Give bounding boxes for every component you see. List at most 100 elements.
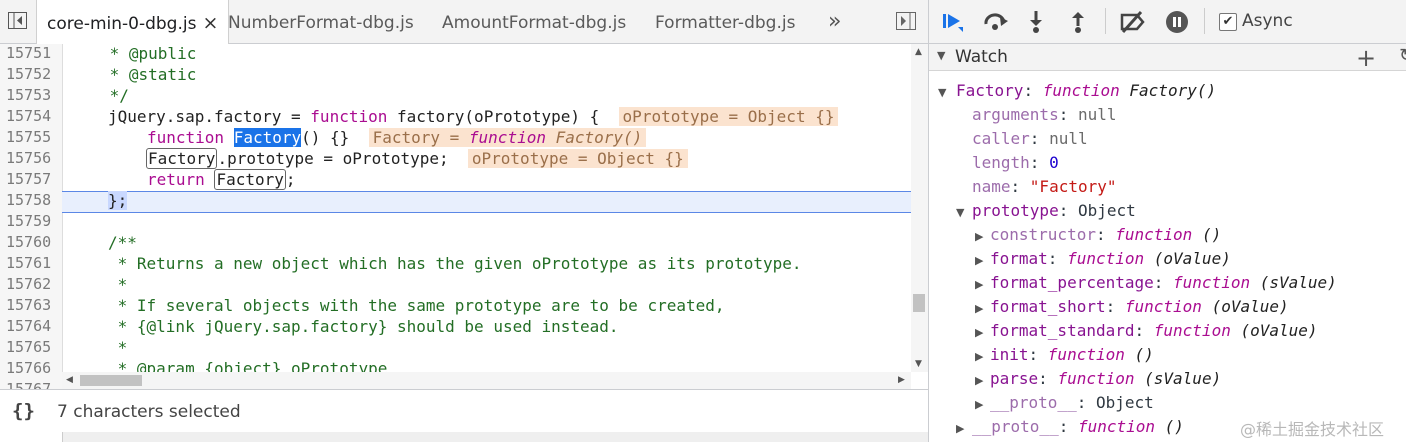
expand-arrow-icon[interactable]: ▶	[975, 230, 983, 243]
tab-core-min-0-dbg[interactable]: core-min-0-dbg.js ×	[36, 0, 230, 44]
add-watch-icon[interactable]: +	[1356, 44, 1376, 72]
vertical-scrollbar[interactable]	[911, 44, 928, 372]
source-editor-pane: core-min-0-dbg.js × NumberFormat-dbg.js A…	[0, 0, 928, 442]
expand-arrow-icon[interactable]: ▼	[938, 86, 946, 99]
tree-prop-arguments[interactable]: arguments: null	[972, 104, 1117, 126]
tab-amountformat-dbg[interactable]: AmountFormat-dbg.js	[442, 0, 626, 43]
tree-prop-init[interactable]: init: function ()	[990, 344, 1154, 366]
tree-prop-format-percentage[interactable]: format_percentage: function (sValue)	[990, 272, 1337, 294]
toggle-debugger-icon[interactable]	[896, 12, 916, 30]
matched-bracket: };	[108, 191, 128, 210]
expand-arrow-icon[interactable]: ▶	[975, 326, 983, 339]
line-number[interactable]: 15762	[6, 274, 51, 295]
code-line: * {@link jQuery.sap.factory} should be u…	[108, 317, 619, 336]
line-number[interactable]: 15763	[6, 295, 51, 316]
code-line: */	[100, 86, 129, 105]
current-execution-line	[62, 191, 911, 213]
line-number[interactable]: 15758	[6, 190, 51, 211]
deactivate-breakpoints-icon[interactable]	[1119, 10, 1147, 34]
step-over-icon[interactable]	[982, 10, 1010, 32]
selection-status-text: 7 characters selected	[57, 402, 241, 422]
line-number[interactable]: 15751	[6, 44, 51, 64]
step-into-icon[interactable]	[1027, 10, 1045, 34]
tree-prop-format[interactable]: format: function (oValue)	[990, 248, 1231, 270]
code-line: *	[108, 338, 128, 357]
code-token: factory(oPrototype) {	[387, 107, 619, 126]
tree-prop-prototype[interactable]: prototype: Object	[972, 200, 1136, 222]
scroll-right-icon[interactable]: ▶	[898, 375, 905, 385]
line-number[interactable]: 15752	[6, 64, 51, 85]
code-keyword: function	[310, 107, 388, 126]
highlighted-occurrence: Factory	[146, 148, 218, 169]
line-number[interactable]: 15757	[6, 169, 51, 190]
inline-value: Factory = function Factory()	[368, 128, 647, 147]
toolbar-separator	[1204, 8, 1205, 34]
tree-prop-proto-object[interactable]: __proto__: Object	[990, 392, 1154, 414]
refresh-watch-icon[interactable]: ↻	[1399, 45, 1406, 66]
expand-arrow-icon[interactable]: ▶	[975, 398, 983, 411]
expand-arrow-icon[interactable]: ▶	[975, 254, 983, 267]
tree-prop-constructor[interactable]: constructor: function ()	[990, 224, 1221, 246]
tab-formatter-dbg[interactable]: Formatter-dbg.js	[655, 0, 795, 43]
tree-prop-parse[interactable]: parse: function (sValue)	[990, 368, 1221, 390]
scroll-left-icon[interactable]: ◀	[66, 375, 73, 385]
code-keyword: function	[147, 128, 225, 147]
collapse-arrow-icon[interactable]: ▼	[937, 49, 945, 62]
line-number[interactable]: 15755	[6, 127, 51, 148]
code-line: jQuery.sap.factory = function factory(oP…	[108, 106, 839, 127]
resume-icon[interactable]	[941, 10, 965, 34]
debugger-toolbar: ✔ Async	[929, 0, 1406, 44]
expand-arrow-icon[interactable]: ▶	[975, 350, 983, 363]
line-number[interactable]: 15753	[6, 85, 51, 106]
code-token: ;	[285, 170, 296, 189]
line-number[interactable]: 15759	[6, 211, 51, 232]
code-line: function Factory() {} Factory = function…	[147, 127, 647, 148]
pause-on-exceptions-icon[interactable]	[1165, 10, 1189, 34]
scroll-down-icon[interactable]: ▼	[915, 359, 922, 369]
async-checkbox[interactable]: ✔	[1219, 13, 1237, 31]
horizontal-scrollbar[interactable]	[62, 372, 911, 389]
expand-arrow-icon[interactable]: ▶	[975, 302, 983, 315]
line-number[interactable]: 15764	[6, 316, 51, 337]
code-keyword: return	[147, 170, 205, 189]
watch-section-header[interactable]: ▼ Watch + ↻	[929, 44, 1406, 72]
tab-numberformat-dbg[interactable]: NumberFormat-dbg.js	[228, 0, 414, 43]
watermark: @稀土掘金技术社区	[1240, 420, 1385, 439]
toggle-navigator-icon[interactable]	[8, 12, 27, 29]
line-number[interactable]: 15766	[6, 358, 51, 379]
more-tabs-chevron-icon[interactable]: »	[828, 9, 841, 34]
code-line: Factory .prototype = oPrototype; oPrototy…	[146, 148, 688, 169]
expand-arrow-icon[interactable]: ▶	[975, 278, 983, 291]
tree-prop-name[interactable]: name: "Factory"	[972, 176, 1117, 198]
code-area[interactable]: 15751 15752 15753 15754 15755 15756 1575…	[0, 44, 928, 389]
debugger-sidebar: ✔ Async ▼ Watch + ↻ ▼ Factory: function …	[928, 0, 1406, 442]
line-number[interactable]: 15765	[6, 337, 51, 358]
tree-prop-length[interactable]: length: 0	[972, 152, 1059, 174]
vertical-scroll-thumb[interactable]	[913, 294, 925, 312]
watch-title: Watch	[955, 47, 1008, 67]
code-token: jQuery.sap.factory =	[108, 107, 311, 126]
expand-arrow-icon[interactable]: ▼	[956, 206, 964, 219]
expand-arrow-icon[interactable]: ▶	[956, 422, 964, 435]
line-number[interactable]: 15754	[6, 106, 51, 127]
pretty-print-button[interactable]: {}	[12, 400, 35, 422]
bottom-drawer-tab[interactable]	[0, 432, 63, 442]
horizontal-scroll-thumb[interactable]	[80, 375, 142, 386]
watch-expression-factory[interactable]: Factory: function Factory()	[956, 80, 1216, 102]
tree-prop-format-standard[interactable]: format_standard: function (oValue)	[990, 320, 1318, 342]
step-out-icon[interactable]	[1069, 10, 1087, 34]
scroll-up-icon[interactable]: ▲	[915, 47, 922, 57]
selected-text[interactable]: Factory	[233, 128, 302, 147]
expand-arrow-icon[interactable]: ▶	[975, 374, 983, 387]
code-line: *	[108, 275, 128, 294]
line-number[interactable]: 15761	[6, 253, 51, 274]
highlighted-occurrence: Factory	[214, 169, 286, 190]
line-number[interactable]: 15767	[6, 379, 51, 389]
close-icon[interactable]: ×	[202, 12, 218, 34]
line-number[interactable]: 15756	[6, 148, 51, 169]
tree-prop-format-short[interactable]: format_short: function (oValue)	[990, 296, 1289, 318]
code-line: };	[108, 190, 128, 211]
tree-prop-caller[interactable]: caller: null	[972, 128, 1088, 150]
tree-prop-proto-function[interactable]: __proto__: function ()	[972, 416, 1184, 438]
line-number[interactable]: 15760	[6, 232, 51, 253]
